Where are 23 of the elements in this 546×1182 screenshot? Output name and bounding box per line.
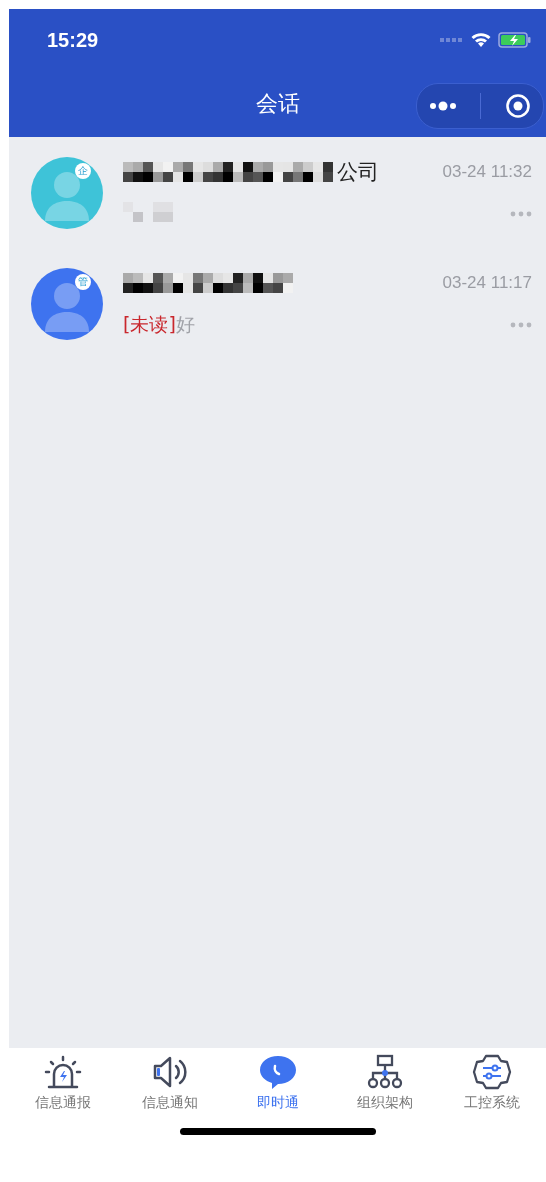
conversation-time: 03-24 11:32: [442, 161, 532, 182]
conversation-row[interactable]: 管 03-24 11:17 [未读]好: [9, 248, 546, 359]
tab-item[interactable]: 即时通: [223, 1048, 332, 1120]
tab-item[interactable]: 信息通报: [9, 1048, 117, 1120]
conversation-time: 03-24 11:17: [442, 272, 532, 293]
page-title: 会话: [255, 90, 300, 118]
signal-icon: [440, 37, 464, 43]
close-target-icon[interactable]: [505, 93, 532, 119]
more-icon[interactable]: [428, 101, 457, 111]
conversation-row[interactable]: 企 公司 03-24 11:32: [9, 137, 546, 248]
alarm-light-icon: [42, 1054, 83, 1090]
gear-sliders-icon: [472, 1054, 513, 1090]
avatar-badge: 管: [75, 273, 91, 290]
conversation-name: 公司: [337, 158, 379, 186]
tab-item[interactable]: 组织架构: [331, 1048, 439, 1120]
avatar-badge: 企: [75, 162, 91, 179]
tab-item[interactable]: 信息通知: [116, 1048, 224, 1120]
status-time: 15:29: [47, 28, 99, 52]
message-preview: [未读]好: [123, 312, 195, 335]
chat-bubble-icon: [257, 1054, 298, 1090]
wifi-icon: [470, 32, 492, 48]
tab-item[interactable]: 工控系统: [438, 1048, 546, 1120]
battery-icon: [498, 32, 532, 48]
